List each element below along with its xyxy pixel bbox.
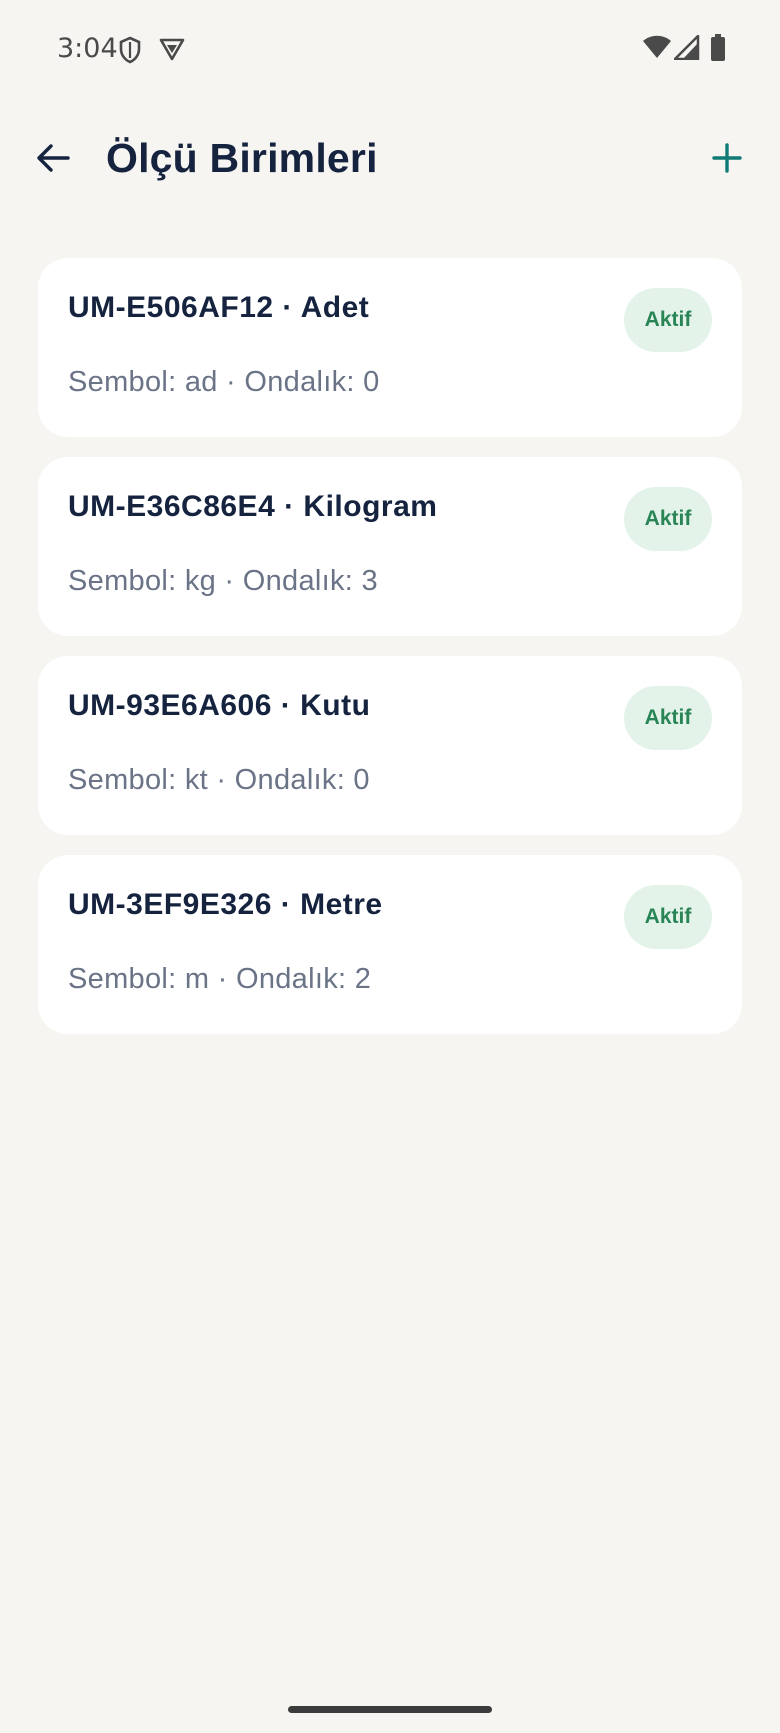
app-bar: Ölçü Birimleri — [0, 115, 780, 205]
screen: 3:04 Ölçü Birimleri UM-E506AF12 · Adet S… — [0, 0, 780, 1733]
arrow-left-icon — [36, 143, 70, 178]
unit-card[interactable]: UM-E36C86E4 · Kilogram Sembol: kg · Onda… — [38, 457, 742, 636]
unit-title: UM-E36C86E4 · Kilogram — [68, 490, 438, 523]
status-badge: Aktif — [624, 686, 712, 750]
status-badge: Aktif — [624, 885, 712, 949]
status-bar: 3:04 — [0, 0, 780, 100]
gesture-navigation-bar[interactable] — [288, 1706, 492, 1713]
back-button[interactable] — [28, 135, 78, 185]
unit-subtitle: Sembol: m · Ondalık: 2 — [68, 963, 372, 995]
unit-card[interactable]: UM-3EF9E326 · Metre Sembol: m · Ondalık:… — [38, 855, 742, 1034]
unit-list: UM-E506AF12 · Adet Sembol: ad · Ondalık:… — [38, 258, 742, 1054]
unit-card[interactable]: UM-E506AF12 · Adet Sembol: ad · Ondalık:… — [38, 258, 742, 437]
vpn-icon — [158, 36, 186, 67]
status-time: 3:04 — [57, 33, 118, 64]
unit-title: UM-E506AF12 · Adet — [68, 291, 370, 324]
add-unit-button[interactable] — [702, 135, 752, 185]
unit-title: UM-93E6A606 · Kutu — [68, 689, 371, 722]
unit-subtitle: Sembol: kg · Ondalık: 3 — [68, 565, 378, 597]
signal-icon — [673, 34, 700, 65]
battery-icon — [710, 34, 726, 67]
shield-icon — [118, 36, 142, 69]
unit-subtitle: Sembol: ad · Ondalık: 0 — [68, 366, 380, 398]
plus-icon — [712, 142, 742, 178]
wifi-icon — [642, 35, 672, 64]
unit-subtitle: Sembol: kt · Ondalık: 0 — [68, 764, 370, 796]
unit-title: UM-3EF9E326 · Metre — [68, 888, 383, 921]
page-title: Ölçü Birimleri — [106, 135, 378, 181]
unit-card[interactable]: UM-93E6A606 · Kutu Sembol: kt · Ondalık:… — [38, 656, 742, 835]
status-badge: Aktif — [624, 288, 712, 352]
status-badge: Aktif — [624, 487, 712, 551]
